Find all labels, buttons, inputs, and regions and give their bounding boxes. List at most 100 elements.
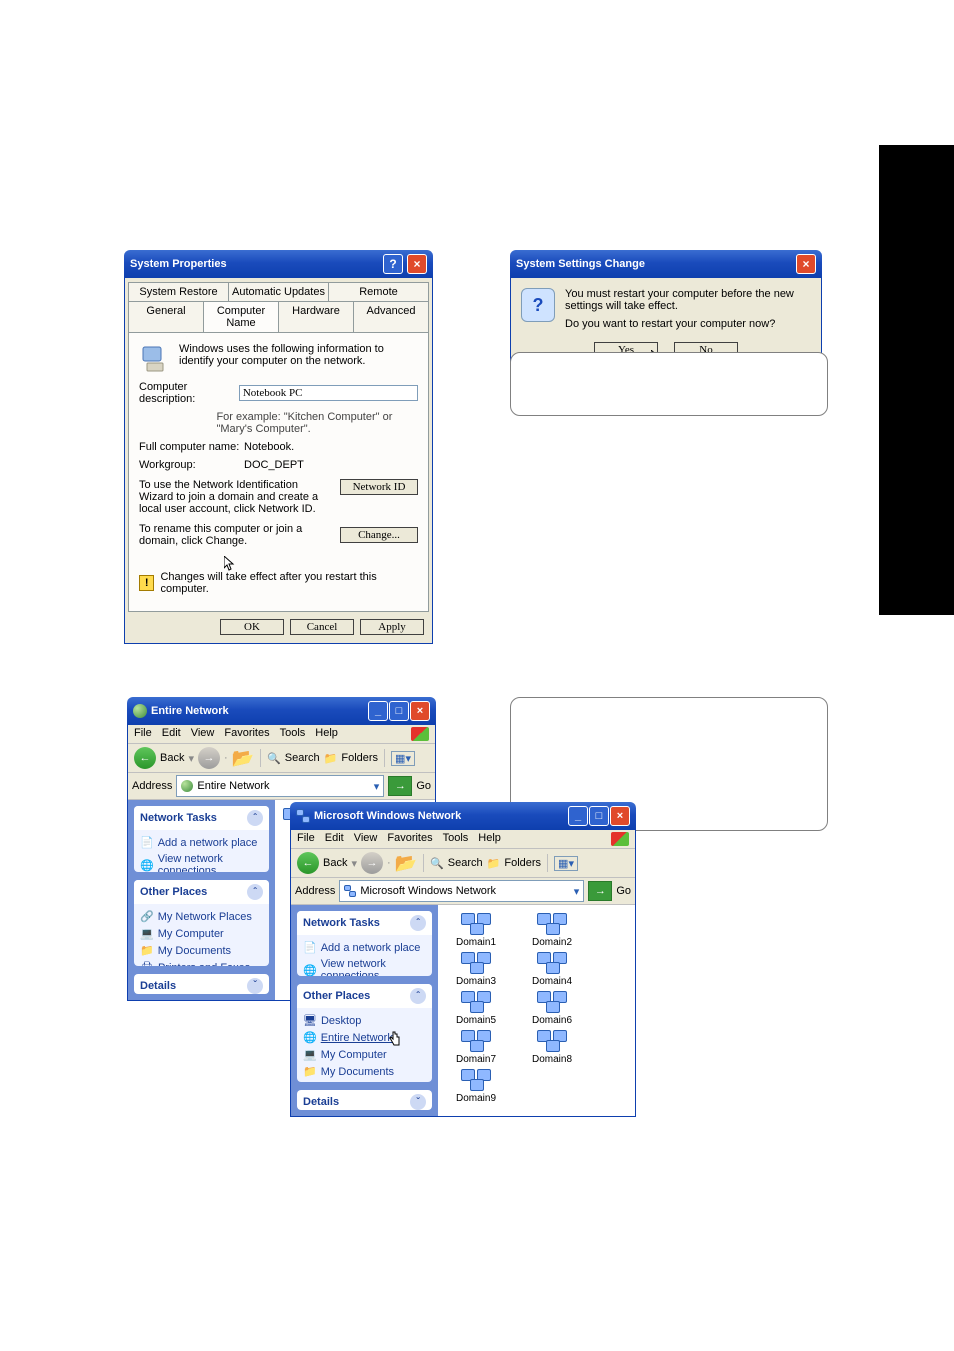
link-my-network-places[interactable]: 🔗My Network Places bbox=[140, 908, 263, 925]
tab-advanced[interactable]: Advanced bbox=[353, 301, 429, 332]
maximize-icon[interactable]: □ bbox=[589, 806, 609, 826]
menu-file[interactable]: File bbox=[134, 727, 152, 741]
link-my-documents[interactable]: 📁My Documents bbox=[303, 1063, 426, 1080]
link-add-network-place[interactable]: 📄Add a network place bbox=[140, 834, 263, 851]
menu-bar: File Edit View Favorites Tools Help bbox=[291, 830, 635, 849]
folders-label[interactable]: Folders bbox=[504, 857, 541, 869]
menu-tools[interactable]: Tools bbox=[280, 727, 306, 741]
menu-help[interactable]: Help bbox=[478, 832, 501, 846]
chevron-down-icon[interactable]: ˇ bbox=[247, 978, 263, 994]
details-panel: Detailsˇ bbox=[297, 1090, 432, 1110]
link-printers-faxes[interactable]: 🖨Printers and Faxes bbox=[303, 1080, 426, 1082]
maximize-icon[interactable]: □ bbox=[389, 701, 409, 721]
tab-computer-name[interactable]: Computer Name bbox=[203, 301, 279, 332]
link-my-computer[interactable]: 💻My Computer bbox=[140, 925, 263, 942]
close-icon[interactable]: × bbox=[796, 254, 816, 274]
search-label[interactable]: Search bbox=[448, 857, 483, 869]
domain-item[interactable]: Domain4 bbox=[522, 952, 582, 987]
link-view-network-connections[interactable]: 🌐View network connections bbox=[303, 956, 426, 976]
printer-icon: 🖨 bbox=[140, 961, 154, 966]
chevron-up-icon[interactable]: ˆ bbox=[410, 988, 426, 1004]
folders-icon[interactable]: 📁 bbox=[487, 857, 501, 870]
link-view-network-connections[interactable]: 🌐View network connections bbox=[140, 851, 263, 872]
menu-favorites[interactable]: Favorites bbox=[387, 832, 432, 846]
chevron-up-icon[interactable]: ˆ bbox=[410, 915, 426, 931]
go-button[interactable]: → bbox=[388, 776, 412, 796]
menu-file[interactable]: File bbox=[297, 832, 315, 846]
domain-item[interactable]: Domain2 bbox=[522, 913, 582, 948]
folders-label[interactable]: Folders bbox=[341, 752, 378, 764]
chevron-up-icon[interactable]: ˆ bbox=[247, 884, 263, 900]
domain-item[interactable]: Domain9 bbox=[446, 1069, 506, 1104]
domain-item[interactable]: Domain5 bbox=[446, 991, 506, 1026]
globe-icon: 🌐 bbox=[140, 859, 154, 872]
domain-label: Domain6 bbox=[522, 1015, 582, 1026]
help-icon[interactable]: ? bbox=[383, 254, 403, 274]
views-icon[interactable]: ▦▾ bbox=[554, 856, 578, 871]
domain-item[interactable]: Domain6 bbox=[522, 991, 582, 1026]
menu-view[interactable]: View bbox=[191, 727, 215, 741]
address-input[interactable]: Microsoft Windows Network ▾ bbox=[339, 880, 584, 902]
folders-icon[interactable]: 📁 bbox=[324, 752, 338, 765]
other-places-panel: Other Placesˆ 🔗My Network Places 💻My Com… bbox=[134, 880, 269, 966]
up-icon[interactable]: 📂 bbox=[395, 853, 417, 874]
network-id-button[interactable]: Network ID bbox=[340, 479, 418, 495]
link-entire-network[interactable]: 🌐Entire Network bbox=[303, 1029, 426, 1046]
menu-tools[interactable]: Tools bbox=[443, 832, 469, 846]
back-icon[interactable]: ← bbox=[297, 852, 319, 874]
ok-button[interactable]: OK bbox=[220, 619, 284, 635]
close-icon[interactable]: × bbox=[410, 701, 430, 721]
minimize-icon[interactable]: _ bbox=[368, 701, 388, 721]
chevron-down-icon[interactable]: ˇ bbox=[410, 1094, 426, 1110]
menu-view[interactable]: View bbox=[354, 832, 378, 846]
chevron-down-icon[interactable]: ▾ bbox=[574, 885, 580, 898]
tab-general[interactable]: General bbox=[128, 301, 204, 332]
forward-icon[interactable]: → bbox=[198, 747, 220, 769]
search-label[interactable]: Search bbox=[285, 752, 320, 764]
address-label: Address bbox=[295, 885, 335, 897]
domain-item[interactable]: Domain3 bbox=[446, 952, 506, 987]
minimize-icon[interactable]: _ bbox=[568, 806, 588, 826]
toolbar: ← Back▾ → · 📂 🔍Search 📁Folders ▦▾ bbox=[291, 849, 635, 878]
cancel-button[interactable]: Cancel bbox=[290, 619, 354, 635]
domain-item[interactable]: Domain1 bbox=[446, 913, 506, 948]
chevron-up-icon[interactable]: ˆ bbox=[247, 810, 263, 826]
link-add-network-place[interactable]: 📄Add a network place bbox=[303, 939, 426, 956]
go-button[interactable]: → bbox=[588, 881, 612, 901]
back-icon[interactable]: ← bbox=[134, 747, 156, 769]
title-text: Microsoft Windows Network bbox=[314, 810, 461, 822]
search-icon[interactable]: 🔍 bbox=[430, 857, 444, 870]
search-icon[interactable]: 🔍 bbox=[267, 752, 281, 765]
apply-button[interactable]: Apply bbox=[360, 619, 424, 635]
link-printers-faxes[interactable]: 🖨Printers and Faxes bbox=[140, 959, 263, 966]
computer-description-input[interactable] bbox=[239, 385, 418, 401]
tab-system-restore[interactable]: System Restore bbox=[128, 282, 229, 301]
other-places-panel: Other Placesˆ 🖥Desktop 🌐Entire Network 💻… bbox=[297, 984, 432, 1082]
change-button[interactable]: Change... bbox=[340, 527, 418, 543]
link-my-documents[interactable]: 📁My Documents bbox=[140, 942, 263, 959]
menu-edit[interactable]: Edit bbox=[325, 832, 344, 846]
link-my-computer[interactable]: 💻My Computer bbox=[303, 1046, 426, 1063]
close-icon[interactable]: × bbox=[610, 806, 630, 826]
address-input[interactable]: Entire Network ▾ bbox=[176, 775, 384, 797]
menu-favorites[interactable]: Favorites bbox=[224, 727, 269, 741]
chevron-down-icon[interactable]: ▾ bbox=[374, 780, 380, 793]
close-icon[interactable]: × bbox=[407, 254, 427, 274]
domain-icon bbox=[537, 952, 567, 974]
domain-item[interactable]: Domain8 bbox=[522, 1030, 582, 1065]
network-id-text: To use the Network Identification Wizard… bbox=[139, 479, 340, 515]
tab-hardware[interactable]: Hardware bbox=[278, 301, 354, 332]
link-desktop[interactable]: 🖥Desktop bbox=[303, 1012, 426, 1029]
menu-help[interactable]: Help bbox=[315, 727, 338, 741]
tab-remote[interactable]: Remote bbox=[328, 282, 429, 301]
domain-item[interactable]: Domain7 bbox=[446, 1030, 506, 1065]
tab-automatic-updates[interactable]: Automatic Updates bbox=[228, 282, 329, 301]
toolbar: ← Back▾ → · 📂 🔍Search 📁Folders ▦▾ bbox=[128, 744, 435, 773]
up-icon[interactable]: 📂 bbox=[232, 748, 254, 769]
back-label[interactable]: Back bbox=[160, 752, 184, 764]
network-tasks-panel: Network Tasksˆ 📄Add a network place 🌐Vie… bbox=[297, 911, 432, 976]
views-icon[interactable]: ▦▾ bbox=[391, 751, 415, 766]
back-label[interactable]: Back bbox=[323, 857, 347, 869]
menu-edit[interactable]: Edit bbox=[162, 727, 181, 741]
forward-icon[interactable]: → bbox=[361, 852, 383, 874]
